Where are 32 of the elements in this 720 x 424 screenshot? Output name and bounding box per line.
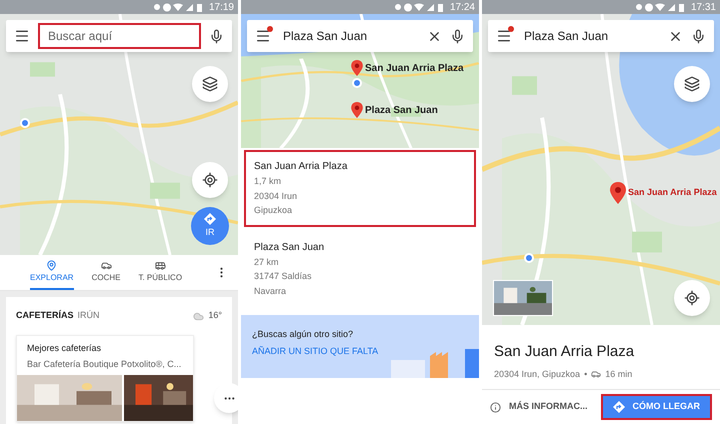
city-label: IRÚN (78, 309, 100, 322)
list-subtitle: Bar Cafetería Boutique Potxolito®, C... (27, 358, 182, 371)
status-time: 17:24 (450, 0, 475, 14)
list-title: Mejores cafeterías (27, 342, 102, 355)
directions-button[interactable]: CÓMO LLEGAR (600, 394, 712, 420)
search-field[interactable]: Plaza San Juan (279, 27, 419, 45)
pin-label: Plaza San Juan (365, 104, 438, 118)
result-name: San Juan Arria Plaza (254, 160, 348, 174)
result-name: Plaza San Juan (254, 240, 326, 254)
tab[interactable]: T. PÚBLICO (138, 255, 182, 290)
list-card[interactable]: Mejores cafeterías Bar Cafetería Boutique Potxolito®, C... (16, 335, 194, 422)
separator-dot: • (584, 368, 588, 380)
result-postcode: 31747 Saldías (254, 270, 313, 283)
place-name: San Juan Arria Plaza (494, 342, 636, 362)
pin-label: San Juan Arria Plaza (365, 62, 464, 76)
banner-question: ¿Buscas algún otro sitio? (252, 328, 354, 341)
drive-time: 16 min (605, 368, 632, 380)
category-title: CAFETERÍAS (16, 309, 74, 322)
result-region: Gipuzkoa (254, 204, 294, 217)
status-time: 17:31 (690, 0, 716, 14)
status-time: 17:19 (208, 0, 234, 14)
more-info-button[interactable]: MÁS INFORMAC... (490, 394, 588, 420)
search-result[interactable]: Plaza San Juan 27 km 31747 Saldías Navarra (244, 230, 476, 307)
result-region: Navarra (254, 284, 288, 298)
result-distance: 1,7 km (254, 175, 282, 188)
result-postcode: 20304 Irun (254, 190, 298, 202)
temperature: 16° (208, 309, 222, 322)
place-address: 20304 Irun, Gipuzkoa (494, 368, 580, 381)
search-field[interactable]: Buscar aquí (38, 23, 201, 49)
search-result[interactable]: San Juan Arria Plaza 1,7 km 20304 Irun Gipuzkoa (244, 150, 476, 226)
tab[interactable]: COCHE (92, 255, 120, 290)
result-distance: 27 km (254, 256, 280, 268)
